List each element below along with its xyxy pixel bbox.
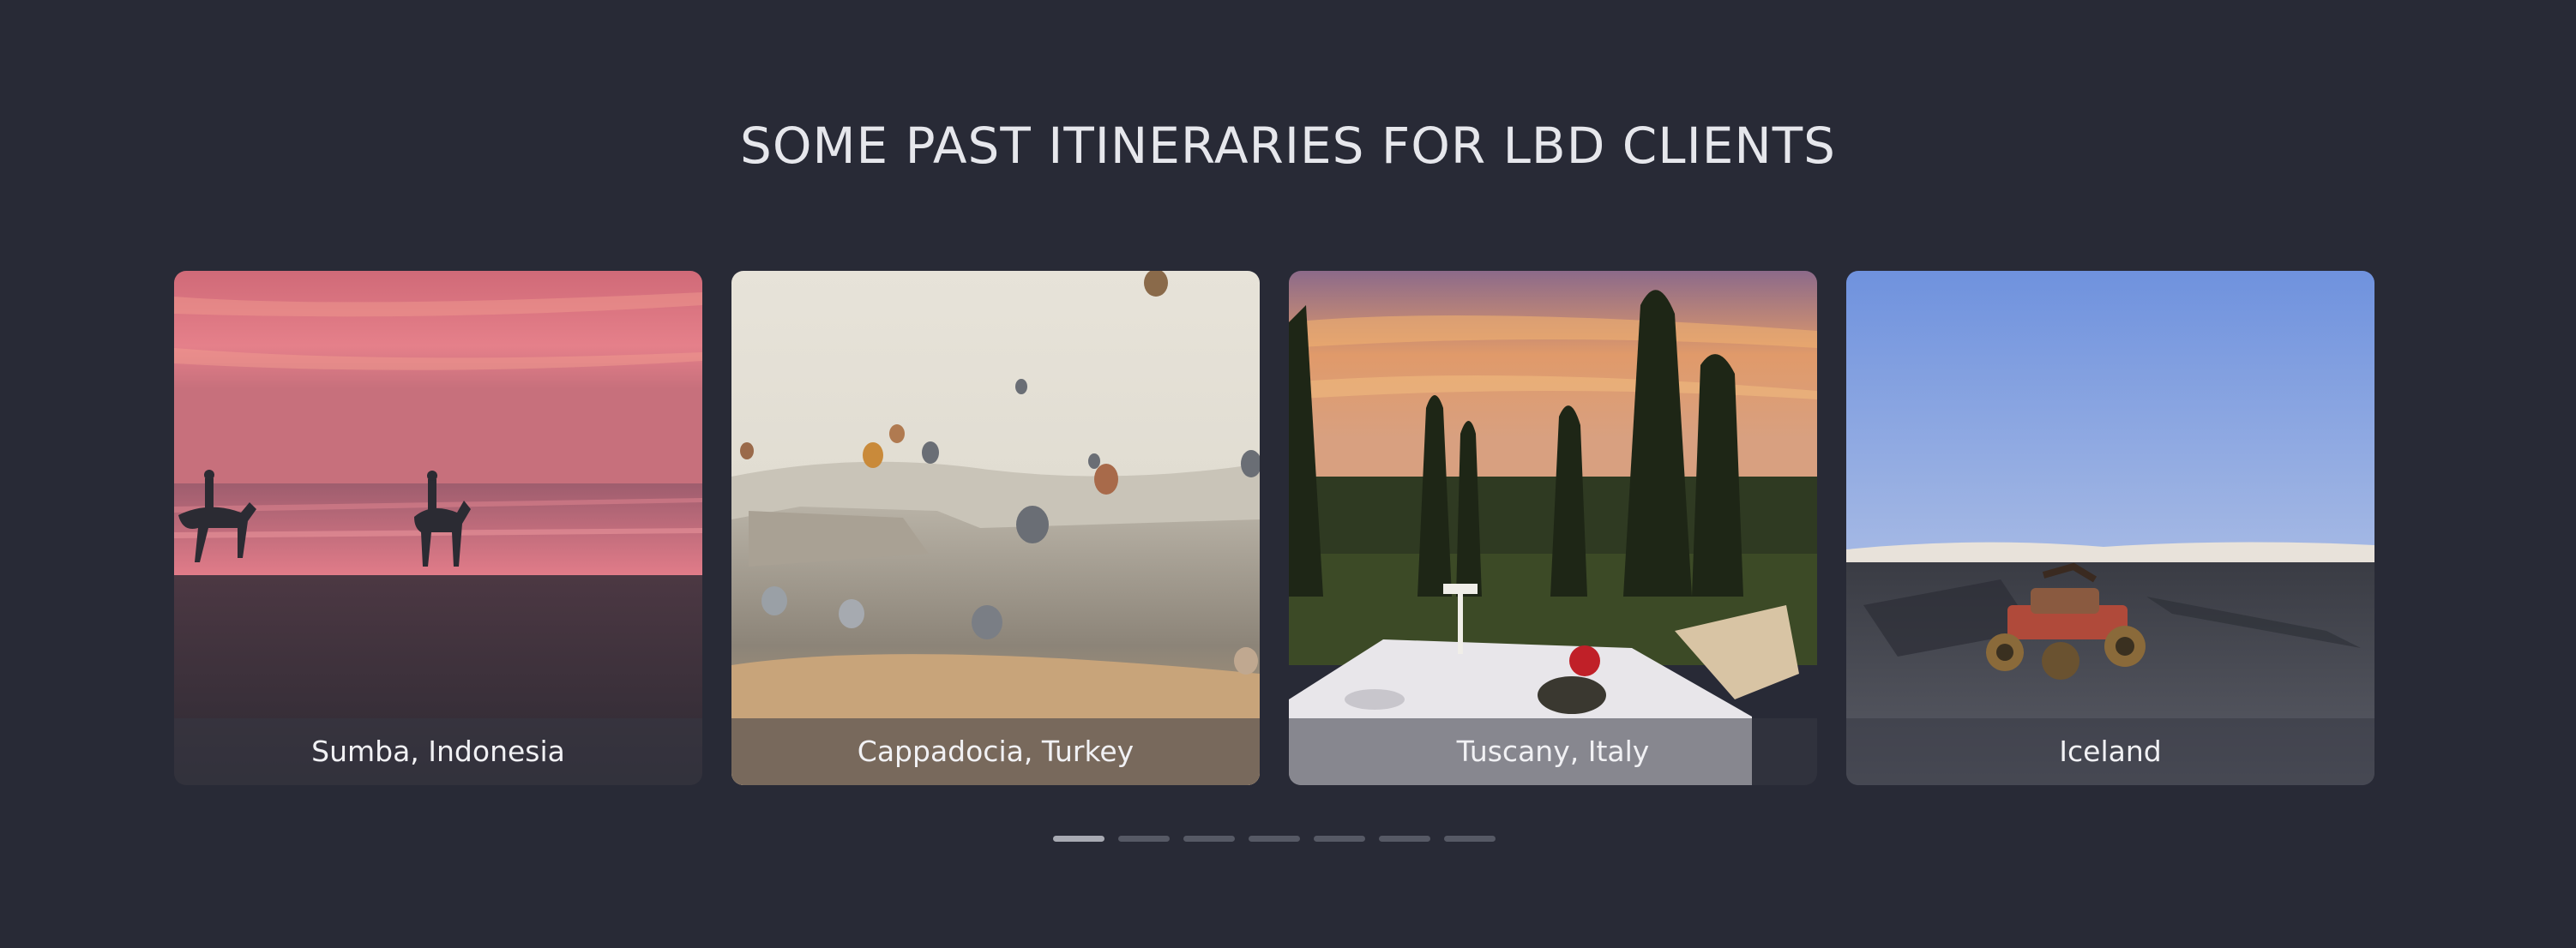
carousel-dot-6[interactable] — [1379, 836, 1430, 842]
hot-air-balloons-valley-image — [731, 271, 1260, 785]
itinerary-card-iceland[interactable]: Iceland — [1846, 271, 2374, 785]
carousel-dot-3[interactable] — [1183, 836, 1235, 842]
itinerary-carousel: Sumba, Indonesia Cappadocia, Turkey Tusc… — [174, 271, 2376, 785]
carousel-dot-2[interactable] — [1118, 836, 1170, 842]
card-caption: Tuscany, Italy — [1289, 718, 1817, 785]
quad-bike-black-sand-image — [1846, 271, 2374, 785]
section-title: SOME PAST ITINERARIES FOR LBD CLIENTS — [740, 117, 1836, 175]
card-caption: Cappadocia, Turkey — [731, 718, 1260, 785]
cypress-trees-dinner-table-image — [1289, 271, 1817, 785]
carousel-dot-1[interactable] — [1053, 836, 1104, 842]
itinerary-card-sumba[interactable]: Sumba, Indonesia — [174, 271, 702, 785]
carousel-dot-5[interactable] — [1314, 836, 1365, 842]
carousel-dot-4[interactable] — [1249, 836, 1300, 842]
carousel-dot-7[interactable] — [1444, 836, 1496, 842]
card-caption: Iceland — [1846, 718, 2374, 785]
carousel-pagination — [1053, 836, 1499, 843]
itinerary-card-tuscany[interactable]: Tuscany, Italy — [1289, 271, 1817, 785]
sunset-beach-horse-riders-image — [174, 271, 702, 785]
card-caption: Sumba, Indonesia — [174, 718, 702, 785]
itinerary-card-cappadocia[interactable]: Cappadocia, Turkey — [731, 271, 1260, 785]
